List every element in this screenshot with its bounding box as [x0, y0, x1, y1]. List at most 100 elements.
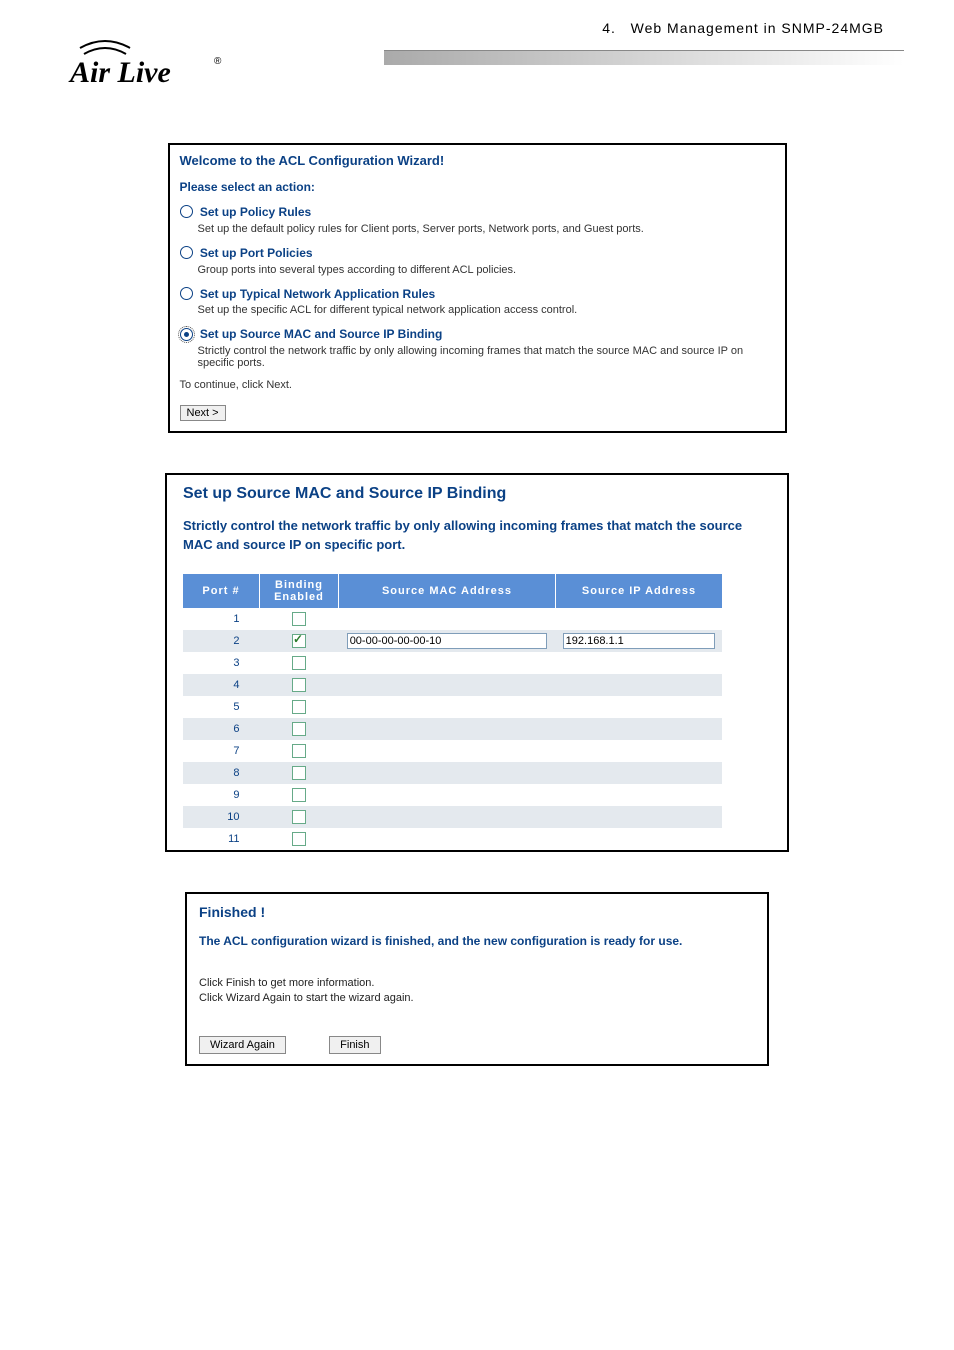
- table-row: 3: [183, 652, 722, 674]
- mac-cell: [339, 696, 556, 718]
- header-divider: [384, 50, 904, 65]
- binding-checkbox[interactable]: [292, 832, 306, 846]
- option-label: Set up Source MAC and Source IP Binding: [200, 327, 442, 341]
- finished-instructions: Click Finish to get more information. Cl…: [199, 976, 755, 1007]
- binding-checkbox[interactable]: [292, 678, 306, 692]
- acl-wizard-panel: Welcome to the ACL Configuration Wizard!…: [168, 143, 787, 433]
- col-enabled: Binding Enabled: [260, 574, 339, 608]
- option-label: Set up Port Policies: [200, 246, 313, 260]
- table-row: 9: [183, 784, 722, 806]
- ip-cell: [556, 806, 723, 828]
- radio-icon[interactable]: [180, 246, 193, 259]
- enabled-cell: [260, 762, 339, 784]
- enabled-cell: [260, 718, 339, 740]
- mac-cell: [339, 784, 556, 806]
- port-cell: 2: [183, 630, 260, 652]
- binding-table: Port # Binding Enabled Source MAC Addres…: [183, 574, 722, 850]
- binding-checkbox[interactable]: [292, 744, 306, 758]
- binding-checkbox[interactable]: [292, 788, 306, 802]
- chapter-num: 4.: [602, 20, 616, 36]
- ip-cell: [556, 696, 723, 718]
- table-row: 6: [183, 718, 722, 740]
- mac-input[interactable]: [347, 633, 548, 649]
- col-port: Port #: [183, 574, 260, 608]
- table-row: 11: [183, 828, 722, 850]
- ip-cell: [556, 718, 723, 740]
- option-desc: Set up the specific ACL for different ty…: [198, 304, 775, 316]
- mac-cell: [339, 608, 556, 630]
- binding-checkbox[interactable]: [292, 722, 306, 736]
- mac-cell: [339, 828, 556, 850]
- next-button[interactable]: Next >: [180, 405, 226, 421]
- finished-title: Finished !: [199, 904, 755, 920]
- mac-cell: [339, 718, 556, 740]
- table-row: 10: [183, 806, 722, 828]
- enabled-cell: [260, 740, 339, 762]
- enabled-cell: [260, 652, 339, 674]
- port-cell: 10: [183, 806, 260, 828]
- port-cell: 7: [183, 740, 260, 762]
- continue-text: To continue, click Next.: [180, 379, 775, 391]
- wizard-again-button[interactable]: Wizard Again: [199, 1036, 286, 1054]
- port-cell: 3: [183, 652, 260, 674]
- table-row: 1: [183, 608, 722, 630]
- binding-checkbox[interactable]: [292, 656, 306, 670]
- ip-cell: [556, 784, 723, 806]
- finished-panel: Finished ! The ACL configuration wizard …: [185, 892, 769, 1067]
- enabled-cell: [260, 696, 339, 718]
- logo-graphic: Air Live ®: [50, 30, 230, 90]
- radio-icon[interactable]: [180, 328, 193, 341]
- table-row: 5: [183, 696, 722, 718]
- table-row: 7: [183, 740, 722, 762]
- binding-checkbox[interactable]: [292, 612, 306, 626]
- binding-checkbox[interactable]: [292, 766, 306, 780]
- wizard-option[interactable]: Set up Source MAC and Source IP Binding: [180, 326, 775, 341]
- wizard-option[interactable]: Set up Typical Network Application Rules: [180, 286, 775, 301]
- binding-checkbox[interactable]: [292, 810, 306, 824]
- mac-cell: [339, 652, 556, 674]
- enabled-cell: [260, 630, 339, 652]
- col-mac: Source MAC Address: [339, 574, 556, 608]
- mac-cell: [339, 674, 556, 696]
- wizard-title: Welcome to the ACL Configuration Wizard!: [180, 153, 775, 168]
- ip-cell: [556, 652, 723, 674]
- ip-cell: [556, 762, 723, 784]
- svg-text:®: ®: [214, 56, 222, 67]
- chapter-text: Web Management in SNMP-24MGB: [631, 20, 884, 36]
- option-desc: Strictly control the network traffic by …: [198, 345, 775, 369]
- binding-checkbox[interactable]: [292, 700, 306, 714]
- mac-cell: [339, 630, 556, 652]
- wizard-subtitle: Please select an action:: [180, 180, 775, 194]
- enabled-cell: [260, 674, 339, 696]
- enabled-cell: [260, 784, 339, 806]
- port-cell: 1: [183, 608, 260, 630]
- svg-text:Air Live: Air Live: [68, 56, 171, 89]
- table-row: 4: [183, 674, 722, 696]
- table-row: 2: [183, 630, 722, 652]
- mac-cell: [339, 806, 556, 828]
- option-label: Set up Policy Rules: [200, 205, 311, 219]
- option-desc: Set up the default policy rules for Clie…: [198, 223, 775, 235]
- ip-cell: [556, 828, 723, 850]
- ip-cell: [556, 630, 723, 652]
- mac-cell: [339, 762, 556, 784]
- wizard-option[interactable]: Set up Port Policies: [180, 245, 775, 260]
- option-label: Set up Typical Network Application Rules: [200, 286, 435, 300]
- radio-icon[interactable]: [180, 205, 193, 218]
- enabled-cell: [260, 828, 339, 850]
- port-cell: 9: [183, 784, 260, 806]
- binding-checkbox[interactable]: [292, 634, 306, 648]
- port-cell: 4: [183, 674, 260, 696]
- option-desc: Group ports into several types according…: [198, 264, 775, 276]
- ip-input[interactable]: [563, 633, 715, 649]
- wizard-option[interactable]: Set up Policy Rules: [180, 204, 775, 219]
- port-cell: 6: [183, 718, 260, 740]
- finish-button[interactable]: Finish: [329, 1036, 380, 1054]
- brand-logo: Air Live ®: [50, 20, 230, 93]
- mac-cell: [339, 740, 556, 762]
- enabled-cell: [260, 806, 339, 828]
- table-row: 8: [183, 762, 722, 784]
- binding-title: Set up Source MAC and Source IP Binding: [183, 485, 775, 503]
- radio-icon[interactable]: [180, 287, 193, 300]
- ip-cell: [556, 674, 723, 696]
